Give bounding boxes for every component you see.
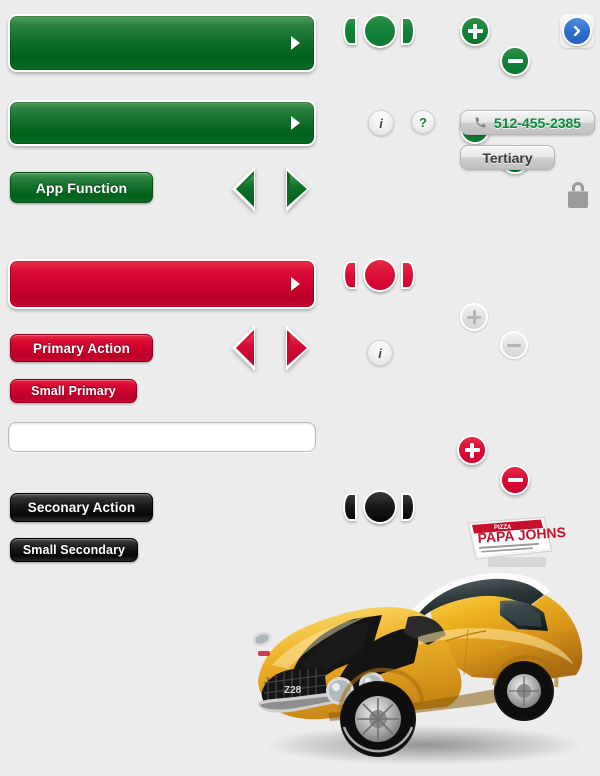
minus-circle-icon xyxy=(507,478,523,482)
primary-action-label: Primary Action xyxy=(33,340,130,356)
secondary-action-button[interactable]: Seconary Action xyxy=(10,493,153,522)
minus-circle-icon xyxy=(507,59,523,63)
app-function-button[interactable]: App Function xyxy=(10,172,153,203)
red-toggle-half-left[interactable] xyxy=(343,261,357,289)
red-plus-button[interactable] xyxy=(457,435,487,465)
app-function-label: App Function xyxy=(35,179,128,196)
red-arrow-left-button[interactable] xyxy=(232,325,258,371)
phone-icon xyxy=(475,117,486,128)
small-secondary-label: Small Secondary xyxy=(22,543,126,557)
small-primary-label: Small Primary xyxy=(31,384,116,398)
red-primary-bar-button[interactable] xyxy=(8,259,316,309)
minus-disabled-button[interactable] xyxy=(500,331,528,359)
secondary-action-label: Seconary Action xyxy=(27,500,136,515)
tertiary-label: Tertiary xyxy=(482,149,533,166)
green-primary-bar-button[interactable] xyxy=(8,14,316,72)
blue-next-button[interactable] xyxy=(560,14,594,48)
red-arrow-right-button[interactable] xyxy=(286,325,312,371)
primary-action-button[interactable]: Primary Action xyxy=(10,334,153,362)
car-photo: Z28 PIZZA PAPA JOHNS xyxy=(232,505,600,771)
svg-text:Z28: Z28 xyxy=(284,685,302,696)
small-primary-button[interactable]: Small Primary xyxy=(10,379,137,403)
phone-button[interactable]: 512-455-2385 xyxy=(460,110,595,135)
plus-disabled-button[interactable] xyxy=(460,303,488,331)
tertiary-button[interactable]: Tertiary xyxy=(460,145,555,170)
help-button[interactable]: ? xyxy=(411,110,435,134)
text-input[interactable] xyxy=(8,422,316,452)
small-secondary-button[interactable]: Small Secondary xyxy=(10,538,138,562)
caret-right-icon xyxy=(291,116,300,130)
red-info-button[interactable]: i xyxy=(367,340,393,366)
chevron-right-circle-icon xyxy=(573,25,581,37)
lock-icon xyxy=(568,182,588,208)
caret-right-icon xyxy=(291,277,300,291)
green-minus-button[interactable] xyxy=(500,46,530,76)
green-toggle-half-left[interactable] xyxy=(343,17,357,45)
phone-number-label: 512-455-2385 xyxy=(493,114,582,131)
green-arrow-right-button[interactable] xyxy=(286,166,312,212)
red-minus-button[interactable] xyxy=(500,465,530,495)
info-button[interactable]: i xyxy=(368,110,394,136)
minus-circle-disabled-icon xyxy=(507,343,521,347)
info-icon: i xyxy=(379,115,383,131)
red-toggle-circle[interactable] xyxy=(363,258,397,292)
green-arrow-left-button[interactable] xyxy=(232,166,258,212)
green-toggle-half-right[interactable] xyxy=(401,17,415,45)
caret-right-icon xyxy=(291,36,300,50)
red-toggle-half-right[interactable] xyxy=(401,261,415,289)
rooftop-sign: PIZZA PAPA JOHNS xyxy=(467,516,566,567)
ui-style-guide-canvas: App Function i ? 512-455-2385 Tertiary P… xyxy=(0,0,600,771)
question-mark-icon: ? xyxy=(419,114,427,130)
info-icon: i xyxy=(378,345,382,361)
green-toggle-circle[interactable] xyxy=(363,14,397,48)
green-plus-button[interactable] xyxy=(460,16,490,46)
green-secondary-bar-button[interactable] xyxy=(8,100,316,146)
